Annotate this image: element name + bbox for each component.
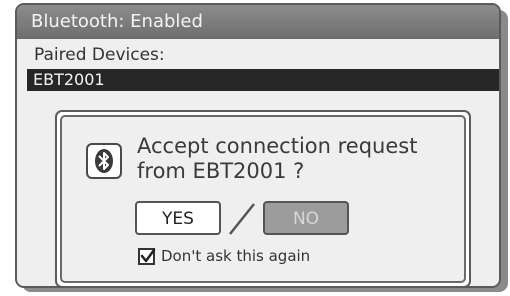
- prompt-line-2: from EBT2001 ?: [137, 159, 305, 183]
- paired-devices-label: Paired Devices:: [34, 45, 165, 65]
- window-title: Bluetooth: Enabled: [17, 5, 499, 39]
- dont-ask-again-checkbox[interactable]: [138, 247, 156, 265]
- paired-device-item[interactable]: EBT2001: [27, 69, 499, 91]
- dont-ask-again-label: Don't ask this again: [161, 247, 311, 265]
- dialog-panel: Accept connection request from EBT2001 ?…: [60, 115, 466, 283]
- no-button[interactable]: NO: [263, 201, 349, 235]
- window-content: Paired Devices: EBT2001 Accept connectio…: [17, 39, 499, 286]
- connection-request-dialog: Accept connection request from EBT2001 ?…: [55, 110, 471, 286]
- checkmark-icon: [140, 248, 156, 262]
- prompt-line-1: Accept connection request: [137, 134, 418, 158]
- yes-button[interactable]: YES: [135, 201, 221, 235]
- bluetooth-window: Bluetooth: Enabled Paired Devices: EBT20…: [15, 3, 501, 288]
- connection-prompt: Accept connection request from EBT2001 ?: [137, 134, 457, 184]
- slash-divider: [229, 203, 255, 235]
- bluetooth-icon: [86, 143, 122, 179]
- dont-ask-again-option[interactable]: Don't ask this again: [138, 245, 310, 267]
